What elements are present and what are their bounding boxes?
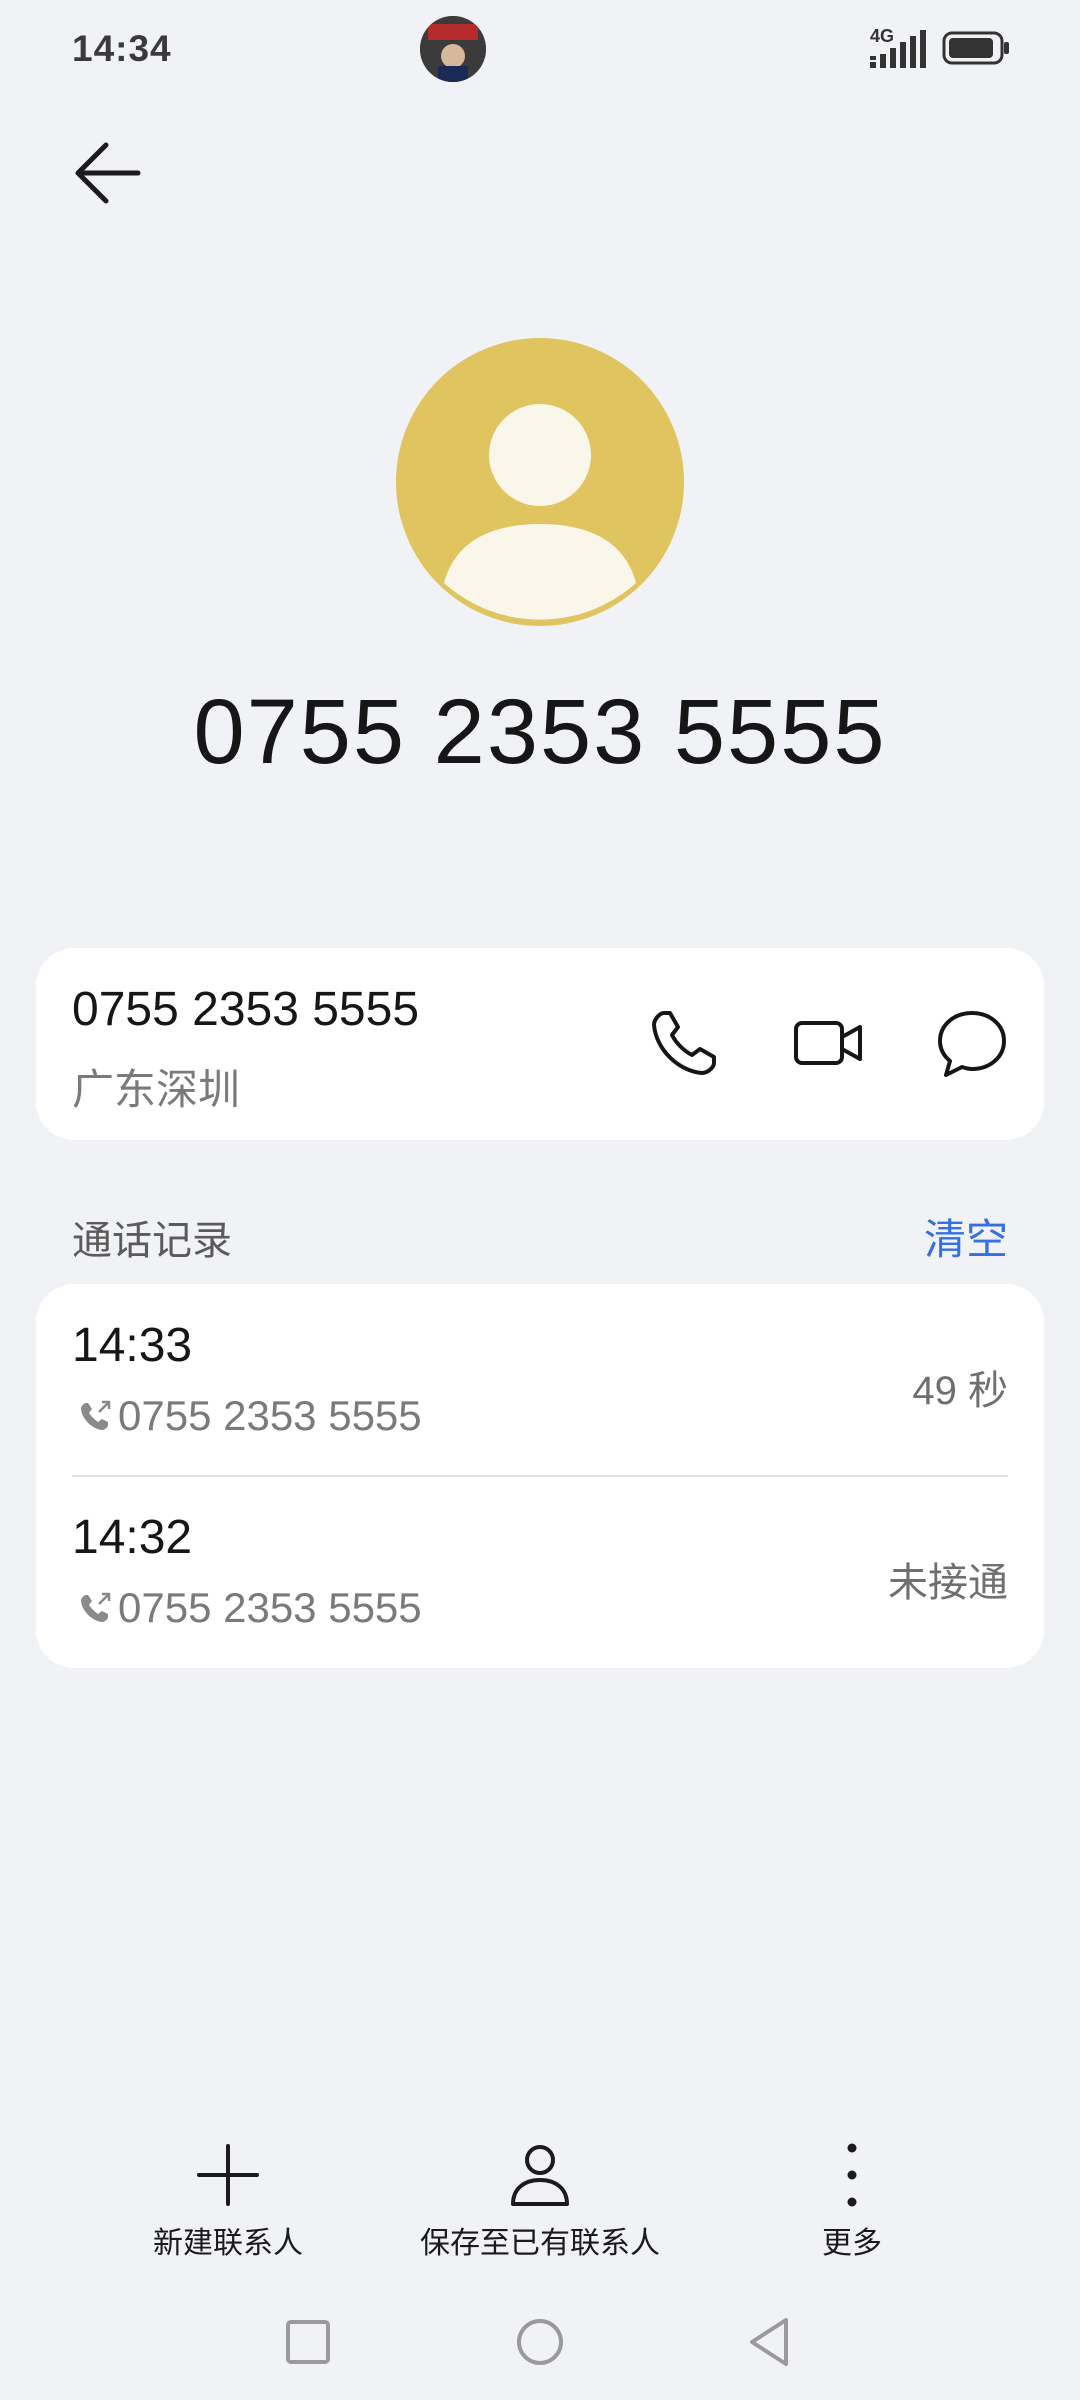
new-contact-label: 新建联系人: [153, 2227, 303, 2260]
more-vertical-icon: [847, 2143, 857, 2207]
home-button[interactable]: [510, 2312, 570, 2372]
call-log-time: 14:33: [72, 1319, 193, 1372]
outgoing-call-icon: [81, 1400, 111, 1430]
triangle-back-icon: [750, 2318, 788, 2366]
battery-icon: [942, 31, 1010, 70]
contact-location: 广东深圳: [72, 1066, 241, 1113]
back-nav-button[interactable]: [740, 2312, 800, 2372]
contact-number-title: 0755 2353 5555: [193, 681, 887, 783]
contact-avatar: [396, 338, 684, 626]
square-icon: [286, 2320, 330, 2364]
arrow-left-icon: [75, 142, 141, 204]
save-to-existing-contact-button[interactable]: 保存至已有联系人: [390, 2140, 690, 2262]
phone-icon: [652, 1011, 716, 1075]
call-log-title: 通话记录: [72, 1219, 232, 1263]
person-icon: [444, 404, 636, 620]
call-log-duration: 49 秒: [912, 1369, 1008, 1413]
back-button[interactable]: [62, 128, 152, 218]
video-call-button[interactable]: [790, 1005, 866, 1081]
status-icons: 4G: [870, 26, 1010, 70]
call-log-status: 未接通: [888, 1561, 1008, 1605]
clear-call-log-button[interactable]: 清空: [924, 1206, 1008, 1267]
call-log-number: 0755 2353 5555: [78, 1392, 422, 1440]
save-to-existing-label: 保存至已有联系人: [420, 2227, 660, 2260]
person-outline-icon: [511, 2145, 569, 2206]
signal-icon: 4G: [870, 26, 926, 70]
more-button[interactable]: 更多: [782, 2140, 922, 2262]
chat-bubble-icon: [938, 1011, 1006, 1077]
message-button[interactable]: [934, 1005, 1010, 1081]
call-log-number: 0755 2353 5555: [78, 1584, 422, 1632]
call-log-number-text: 0755 2353 5555: [118, 1584, 422, 1631]
more-label: 更多: [822, 2227, 882, 2260]
plus-icon: [197, 2144, 259, 2206]
call-log-number-text: 0755 2353 5555: [118, 1392, 422, 1439]
circle-icon: [517, 2319, 563, 2365]
call-button[interactable]: [646, 1005, 722, 1081]
contact-phone-number[interactable]: 0755 2353 5555: [72, 982, 419, 1037]
recent-apps-button[interactable]: [278, 2312, 338, 2372]
video-camera-icon: [794, 1021, 862, 1065]
notification-avatar-icon: [420, 16, 486, 82]
status-time: 14:34: [72, 28, 172, 69]
new-contact-button[interactable]: 新建联系人: [128, 2140, 328, 2262]
outgoing-call-icon: [81, 1592, 111, 1622]
call-log-time: 14:32: [72, 1511, 193, 1564]
divider: [72, 1475, 1008, 1477]
